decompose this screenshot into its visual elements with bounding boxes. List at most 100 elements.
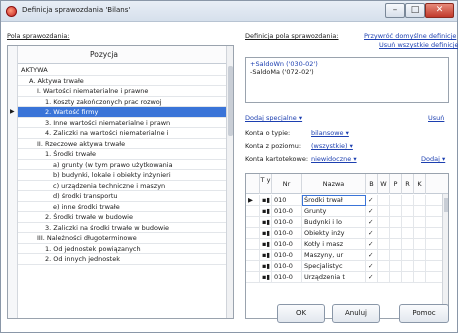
b-cell[interactable]: ✓ xyxy=(366,217,378,228)
p-cell[interactable] xyxy=(390,272,402,283)
type-cell[interactable]: ▪▮ xyxy=(260,206,272,217)
account-name-cell[interactable]: Kotły i masz xyxy=(302,239,366,250)
r-cell[interactable] xyxy=(402,228,414,239)
row-indicator-cell[interactable] xyxy=(246,239,260,250)
type-cell[interactable]: ▪▮ xyxy=(260,250,272,261)
account-name-cell[interactable]: Obiekty inży xyxy=(302,228,366,239)
account-name-cell[interactable]: Środki trwał xyxy=(302,195,366,206)
column-header-w[interactable]: W xyxy=(378,174,390,194)
definition-item[interactable]: -SaldoMa ('072-02') xyxy=(250,68,444,77)
level-filter-dropdown[interactable]: (wszystkie) ▾ xyxy=(311,142,353,150)
r-cell[interactable] xyxy=(402,250,414,261)
r-cell[interactable] xyxy=(402,217,414,228)
tree-row[interactable]: d) środki transportu xyxy=(18,191,226,202)
tree-row[interactable]: c) urządzenia techniczne i maszyn xyxy=(18,181,226,191)
accounts-grid[interactable]: T y Nr Nazwa B W P R K ▶ ▪▮ 010 Środki trwa… xyxy=(245,173,449,319)
definition-list[interactable]: +SaldoWn ('030-02') -SaldoMa ('072-02') xyxy=(245,57,449,103)
r-cell[interactable] xyxy=(402,206,414,217)
tree-row[interactable]: A. Aktywa trwałe xyxy=(18,76,226,86)
tree-row[interactable]: AKTYWA xyxy=(18,65,226,76)
account-name-cell[interactable]: Budynki i lo xyxy=(302,217,366,228)
accounts-scrollbar[interactable] xyxy=(442,194,448,318)
column-header-r[interactable]: R xyxy=(402,174,414,194)
maximize-button[interactable]: □ xyxy=(405,3,425,18)
k-cell[interactable] xyxy=(414,217,426,228)
account-number-cell[interactable]: 010-0 xyxy=(272,239,302,250)
b-cell[interactable]: ✓ xyxy=(366,206,378,217)
k-cell[interactable] xyxy=(414,228,426,239)
k-cell[interactable] xyxy=(414,272,426,283)
tree-row[interactable]: e) inne środki trwałe xyxy=(18,202,226,212)
add-special-link[interactable]: Dodaj specjalne ▾ xyxy=(245,114,302,122)
type-cell[interactable]: ▪▮ xyxy=(260,239,272,250)
account-row[interactable]: ▪▮ 010-0 Grunty ✓ xyxy=(246,206,442,217)
help-button[interactable]: Pomoc xyxy=(399,304,449,323)
b-cell[interactable]: ✓ xyxy=(366,195,378,206)
k-cell[interactable] xyxy=(414,206,426,217)
account-number-cell[interactable]: 010-0 xyxy=(272,217,302,228)
r-cell[interactable] xyxy=(402,261,414,272)
p-cell[interactable] xyxy=(390,217,402,228)
p-cell[interactable] xyxy=(390,261,402,272)
account-number-cell[interactable]: 010 xyxy=(272,195,302,206)
k-cell[interactable] xyxy=(414,250,426,261)
row-indicator-cell[interactable] xyxy=(246,250,260,261)
account-number-cell[interactable]: 010-0 xyxy=(272,272,302,283)
account-row[interactable]: ▪▮ 010-0 Budynki i lo ✓ xyxy=(246,217,442,228)
b-cell[interactable]: ✓ xyxy=(366,239,378,250)
account-name-cell[interactable]: Maszyny, ur xyxy=(302,250,366,261)
w-cell[interactable] xyxy=(378,206,390,217)
tree-row[interactable]: 1. Koszty zakończonych prac rozwoj xyxy=(18,97,226,107)
account-number-cell[interactable]: 010-0 xyxy=(272,261,302,272)
account-name-cell[interactable]: Specjalistyc xyxy=(302,261,366,272)
tree-row[interactable]: a) grunty (w tym prawo użytkowania xyxy=(18,160,226,170)
tree-row[interactable]: 2. Wartość firmy xyxy=(18,107,226,118)
tree-row[interactable]: I. Wartości niematerialne i prawne xyxy=(18,86,226,97)
b-cell[interactable]: ✓ xyxy=(366,228,378,239)
r-cell[interactable] xyxy=(402,195,414,206)
close-button[interactable]: ✕ xyxy=(425,3,454,18)
column-header-k[interactable]: K xyxy=(414,174,426,194)
cancel-button[interactable]: Anuluj xyxy=(332,304,380,323)
p-cell[interactable] xyxy=(390,239,402,250)
row-indicator-cell[interactable] xyxy=(246,228,260,239)
w-cell[interactable] xyxy=(378,217,390,228)
minimize-button[interactable]: – xyxy=(385,3,405,18)
p-cell[interactable] xyxy=(390,250,402,261)
column-header-type[interactable]: T y xyxy=(260,174,272,194)
account-row[interactable]: ▪▮ 010-0 Specjalistyc ✓ xyxy=(246,261,442,272)
account-row[interactable]: ▪▮ 010-0 Kotły i masz ✓ xyxy=(246,239,442,250)
column-header-b[interactable]: B xyxy=(366,174,378,194)
type-cell[interactable]: ▪▮ xyxy=(260,261,272,272)
column-header-name[interactable]: Nazwa xyxy=(302,174,366,194)
w-cell[interactable] xyxy=(378,261,390,272)
clear-definitions-link[interactable]: Usuń wszystkie definicje xyxy=(379,41,458,49)
p-cell[interactable] xyxy=(390,206,402,217)
tree-row[interactable]: 2. Środki trwałe w budowie xyxy=(18,212,226,223)
tree-row[interactable]: 3. Inne wartości niematerialne i prawn xyxy=(18,118,226,128)
row-indicator-cell[interactable] xyxy=(246,217,260,228)
w-cell[interactable] xyxy=(378,228,390,239)
tree-row[interactable]: II. Rzeczowe aktywa trwałe xyxy=(18,139,226,149)
w-cell[interactable] xyxy=(378,239,390,250)
tree-row[interactable]: b) budynki, lokale i obiekty inżynieri xyxy=(18,170,226,181)
remove-link[interactable]: Usuń xyxy=(428,114,444,122)
account-row[interactable]: ▪▮ 010-0 Maszyny, ur ✓ xyxy=(246,250,442,261)
add-account-link[interactable]: Dodaj ▾ xyxy=(421,155,445,163)
b-cell[interactable]: ✓ xyxy=(366,272,378,283)
row-indicator-cell[interactable] xyxy=(246,261,260,272)
tree-row[interactable]: 2. Od innych jednostek xyxy=(18,254,226,265)
tree-row[interactable]: 1. Środki trwałe xyxy=(18,149,226,160)
r-cell[interactable] xyxy=(402,272,414,283)
tree-row[interactable]: 4. Zaliczki na wartości niematerialne i xyxy=(18,128,226,139)
row-indicator-cell[interactable]: ▶ xyxy=(246,195,260,206)
account-row[interactable]: ▶ ▪▮ 010 Środki trwał ✓ xyxy=(246,195,442,206)
column-header-p[interactable]: P xyxy=(390,174,402,194)
b-cell[interactable]: ✓ xyxy=(366,250,378,261)
row-indicator-cell[interactable] xyxy=(246,272,260,283)
k-cell[interactable] xyxy=(414,195,426,206)
account-row[interactable]: ▪▮ 010-0 Obiekty inży ✓ xyxy=(246,228,442,239)
w-cell[interactable] xyxy=(378,195,390,206)
tree-scrollbar-thumb[interactable] xyxy=(228,66,233,136)
account-number-cell[interactable]: 010-0 xyxy=(272,206,302,217)
